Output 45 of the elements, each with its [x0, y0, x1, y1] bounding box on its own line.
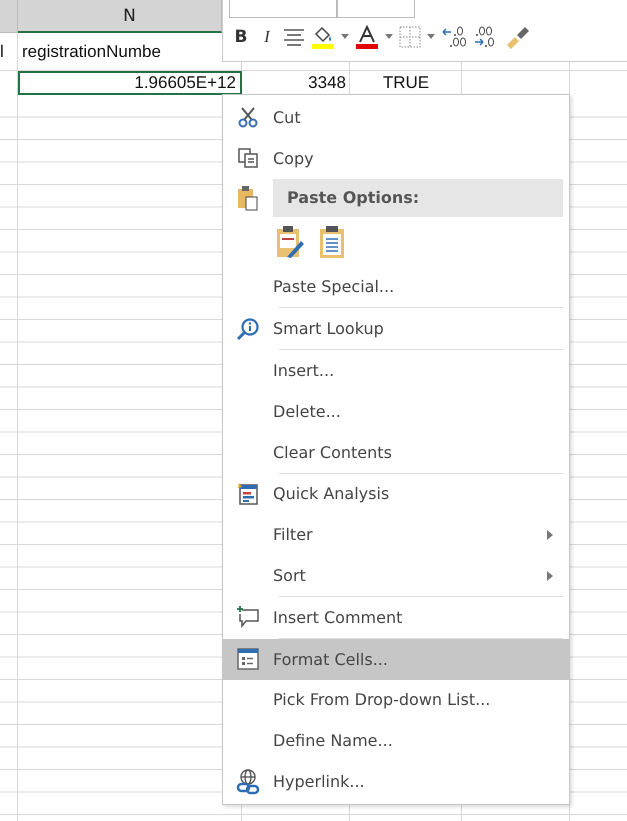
hyperlink-icon: [236, 768, 260, 795]
table-cell: 1.96605E+12: [18, 71, 242, 95]
format-painter-icon[interactable]: [505, 25, 531, 49]
table-cell-text: 3348: [307, 72, 347, 94]
menu-item[interactable]: Insert Comment: [223, 596, 569, 638]
menu-item[interactable]: Hyperlink...: [223, 761, 569, 802]
paste-options-heading: Paste Options:: [273, 178, 563, 217]
dropdown-caret-icon[interactable]: [385, 34, 393, 40]
menu-item[interactable]: Define Name...: [223, 720, 569, 762]
fill-color-icon[interactable]: [311, 25, 335, 49]
menu-item[interactable]: Clear Contents: [223, 432, 569, 473]
font-color-icon[interactable]: [355, 25, 379, 49]
menu-item[interactable]: Quick Analysis: [223, 474, 569, 514]
font-size-field[interactable]: [337, 0, 415, 18]
menu-item[interactable]: Copy: [223, 138, 569, 179]
scissors-icon: [237, 106, 259, 128]
menu-item[interactable]: Sort: [223, 555, 569, 596]
column-header[interactable]: N: [18, 0, 222, 33]
menu-item[interactable]: Pick From Drop-down List...: [223, 680, 569, 720]
paste-formatting-icon[interactable]: [275, 224, 305, 259]
bold-button[interactable]: B: [231, 24, 251, 50]
format-cells-icon: [236, 647, 260, 672]
increase-decimal-icon[interactable]: [441, 26, 467, 48]
menu-item[interactable]: Paste Special...: [223, 266, 569, 308]
paste-values-icon[interactable]: [319, 224, 345, 259]
table-cell-text: TRUE: [382, 72, 430, 94]
copy-icon: [237, 147, 259, 170]
menu-item[interactable]: Format Cells...: [223, 638, 569, 680]
dropdown-caret-icon[interactable]: [427, 34, 435, 40]
menu-item[interactable]: Cut: [223, 97, 569, 138]
clipboard-icon: [237, 184, 259, 211]
menu-item[interactable]: Smart Lookup: [223, 308, 569, 350]
comment-icon: [236, 605, 260, 630]
table-cell-text: l: [0, 40, 5, 62]
font-field[interactable]: [229, 0, 337, 18]
menu-item[interactable]: Insert...: [223, 350, 569, 391]
menu-item[interactable]: Filter: [223, 514, 569, 556]
menu-item[interactable]: Delete...: [223, 390, 569, 432]
table-cell-text: registrationNumbe: [21, 40, 162, 62]
align-center-icon[interactable]: [283, 28, 305, 46]
borders-icon[interactable]: [399, 26, 421, 48]
dropdown-caret-icon[interactable]: [341, 34, 349, 40]
italic-button[interactable]: I: [257, 24, 277, 50]
quick-analysis-icon: [236, 482, 260, 506]
search-icon: [236, 316, 260, 341]
